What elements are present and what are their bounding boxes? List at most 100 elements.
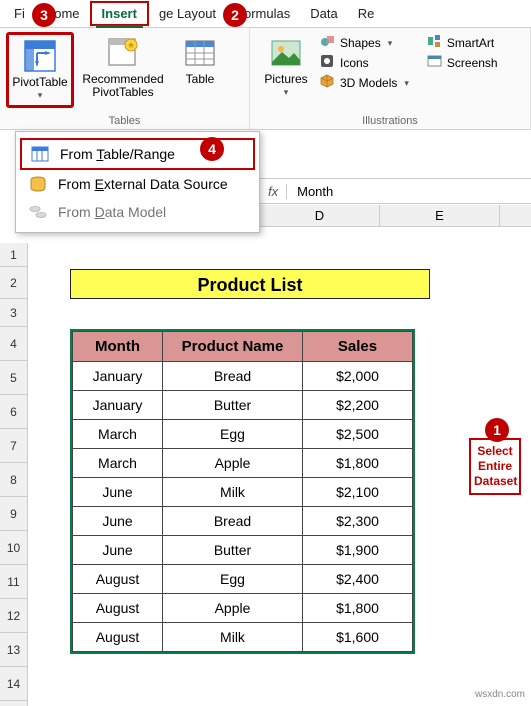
chevron-down-icon: ▾ (388, 38, 393, 49)
row-header[interactable]: 10 (0, 531, 27, 565)
fx-label[interactable]: fx (260, 184, 287, 199)
tab-data[interactable]: Data (300, 3, 347, 24)
table-cell[interactable]: August (73, 623, 163, 652)
table-cell[interactable]: August (73, 594, 163, 623)
smartart-label: SmartArt (447, 36, 494, 50)
tab-pagelayout[interactable]: ge Layout (149, 3, 226, 24)
recommended-label: Recommended PivotTables (82, 73, 163, 99)
ribbon-tabs: Fi Home Insert ge Layout Formulas Data R… (0, 0, 531, 28)
table-cell[interactable]: $1,600 (303, 623, 413, 652)
table-button[interactable]: Table (172, 32, 228, 90)
table-cell[interactable]: Apple (163, 594, 303, 623)
row-header[interactable]: 6 (0, 395, 27, 429)
col-header-d[interactable]: D (260, 205, 380, 226)
table-cell[interactable]: January (73, 362, 163, 391)
from-external-item[interactable]: From External Data Source (20, 170, 255, 198)
table-row[interactable]: JanuaryBread$2,000 (73, 362, 413, 391)
table-cell[interactable]: $2,000 (303, 362, 413, 391)
formula-value[interactable]: Month (287, 182, 343, 201)
row-header[interactable]: 13 (0, 633, 27, 667)
icons-button[interactable]: Icons (320, 54, 409, 71)
col-header-e[interactable]: E (380, 205, 500, 226)
table-cell[interactable]: $2,400 (303, 565, 413, 594)
row-header[interactable]: 14 (0, 667, 27, 701)
table-row[interactable]: JanuaryButter$2,200 (73, 391, 413, 420)
table-cell[interactable]: June (73, 478, 163, 507)
title-cell[interactable]: Product List (70, 269, 430, 299)
cube-icon (320, 74, 335, 91)
table-cell[interactable]: August (73, 565, 163, 594)
table-icon (183, 36, 217, 70)
row-header[interactable]: 2 (0, 267, 27, 299)
recommended-pivot-button[interactable]: Recommended PivotTables (74, 32, 172, 103)
table-cell[interactable]: Butter (163, 536, 303, 565)
watermark: wsxdn.com (475, 689, 525, 700)
formula-bar: fx Month (260, 178, 531, 204)
table-cell[interactable]: Egg (163, 420, 303, 449)
table-cell[interactable]: Butter (163, 391, 303, 420)
table-cell[interactable]: June (73, 507, 163, 536)
row-header[interactable]: 8 (0, 463, 27, 497)
table-row[interactable]: AugustEgg$2,400 (73, 565, 413, 594)
smartart-button[interactable]: SmartArt (427, 34, 498, 51)
table-cell[interactable]: Bread (163, 507, 303, 536)
screenshot-button[interactable]: Screensh (427, 54, 498, 71)
table-cell[interactable]: $2,200 (303, 391, 413, 420)
table-cell[interactable]: March (73, 420, 163, 449)
row-header[interactable]: 7 (0, 429, 27, 463)
table-row[interactable]: MarchApple$1,800 (73, 449, 413, 478)
callout-1: 1 (485, 418, 509, 442)
table-cell[interactable]: $1,900 (303, 536, 413, 565)
row-header[interactable]: 9 (0, 497, 27, 531)
pivottable-icon (23, 39, 57, 73)
group-illustrations: Pictures ▾ Shapes ▾ Icons 3D M (250, 28, 531, 129)
table-row[interactable]: AugustApple$1,800 (73, 594, 413, 623)
pictures-label: Pictures (264, 73, 307, 86)
pivottable-button[interactable]: PivotTable ▾ (6, 32, 74, 108)
table-cell[interactable]: Apple (163, 449, 303, 478)
table-row[interactable]: JuneBread$2,300 (73, 507, 413, 536)
pictures-button[interactable]: Pictures ▾ (256, 32, 316, 102)
row-header[interactable]: 4 (0, 327, 27, 361)
table-row[interactable]: JuneMilk$2,100 (73, 478, 413, 507)
table-cell[interactable]: $1,800 (303, 449, 413, 478)
table-cell[interactable]: Milk (163, 623, 303, 652)
table-cell[interactable]: June (73, 536, 163, 565)
th-product[interactable]: Product Name (163, 332, 303, 362)
th-sales[interactable]: Sales (303, 332, 413, 362)
tab-insert-label: Insert (102, 6, 137, 21)
chevron-down-icon: ▾ (404, 78, 409, 89)
screenshot-icon (427, 54, 442, 71)
tab-review[interactable]: Re (348, 3, 385, 24)
table-cell[interactable]: $2,500 (303, 420, 413, 449)
row-header[interactable]: 12 (0, 599, 27, 633)
table-row[interactable]: JuneButter$1,900 (73, 536, 413, 565)
table-cell[interactable]: Egg (163, 565, 303, 594)
row-header[interactable]: 11 (0, 565, 27, 599)
th-month[interactable]: Month (73, 332, 163, 362)
table-cell[interactable]: $2,100 (303, 478, 413, 507)
external-data-icon (28, 175, 48, 193)
table-cell[interactable]: Bread (163, 362, 303, 391)
callout-2: 2 (223, 3, 247, 27)
table-cell[interactable]: January (73, 391, 163, 420)
shapes-icon (320, 34, 335, 51)
table-row[interactable]: AugustMilk$1,600 (73, 623, 413, 652)
tab-insert[interactable]: Insert (90, 1, 149, 26)
row-header[interactable]: 3 (0, 299, 27, 327)
3dmodels-button[interactable]: 3D Models ▾ (320, 74, 409, 91)
table-row[interactable]: MarchEgg$2,500 (73, 420, 413, 449)
3dmodels-label: 3D Models (340, 76, 397, 90)
row-header[interactable]: 1 (0, 243, 27, 267)
from-data-model-item[interactable]: From Data Model (20, 198, 255, 226)
data-table[interactable]: Month Product Name Sales JanuaryBread$2,… (70, 329, 415, 654)
table-cell[interactable]: Milk (163, 478, 303, 507)
tab-file[interactable]: Fi (4, 3, 35, 24)
table-cell[interactable]: $1,800 (303, 594, 413, 623)
row-header[interactable]: 5 (0, 361, 27, 395)
table-cell[interactable]: $2,300 (303, 507, 413, 536)
ribbon: PivotTable ▾ Recommended PivotTables Tab… (0, 28, 531, 130)
table-cell[interactable]: March (73, 449, 163, 478)
shapes-button[interactable]: Shapes ▾ (320, 34, 409, 51)
select-dataset-annotation: Select Entire Dataset (469, 438, 521, 495)
